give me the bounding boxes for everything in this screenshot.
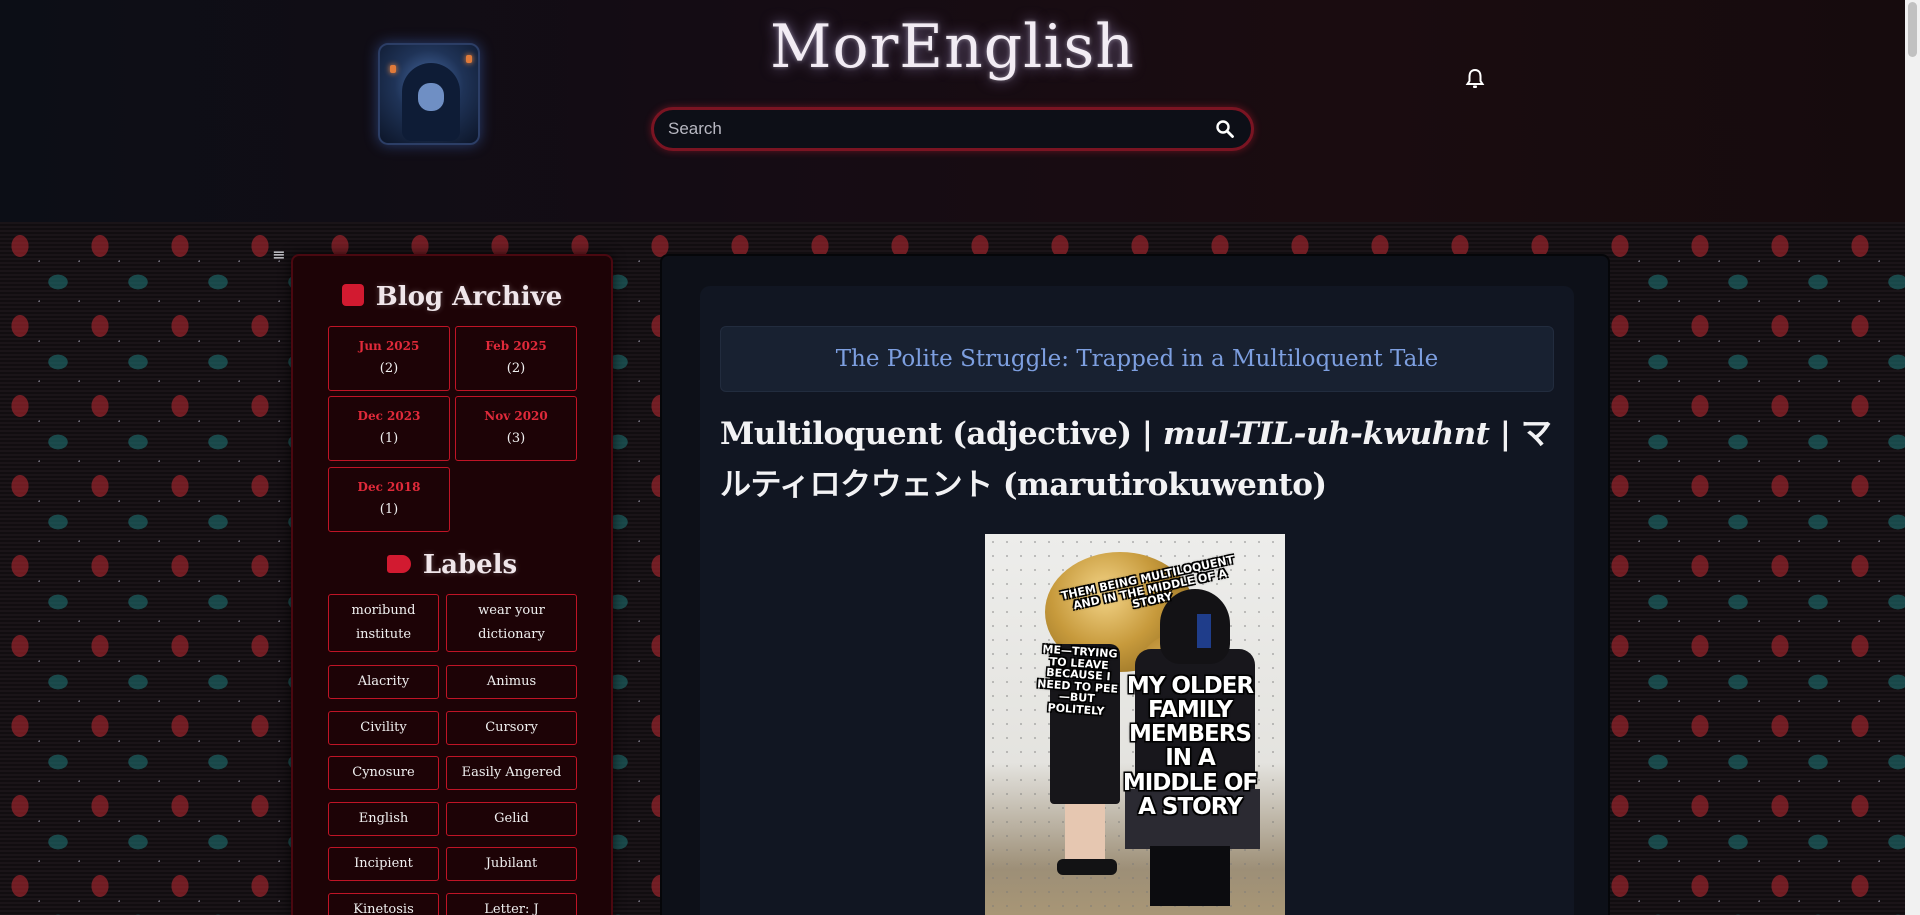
archive-item-feb-2025[interactable]: Feb 2025 (2) <box>455 326 577 391</box>
archive-month: Dec 2018 <box>357 480 421 494</box>
label-kinetosis[interactable]: Kinetosis <box>328 893 439 915</box>
avatar-lamp-left <box>390 65 396 73</box>
label-tag-icon <box>386 555 411 573</box>
archive-month: Feb 2025 <box>485 339 547 353</box>
site-header: MorEnglish <box>0 0 1905 222</box>
meme-right-caption: MY OLDER FAMILY MEMBERS IN A MIDDLE OF A… <box>1122 673 1258 820</box>
archive-count: (1) <box>379 502 399 517</box>
archive-month: Dec 2023 <box>357 409 421 423</box>
label-jubilant[interactable]: Jubilant <box>446 847 577 881</box>
label-incipient[interactable]: Incipient <box>328 847 439 881</box>
label-cynosure[interactable]: Cynosure <box>328 756 439 790</box>
meme-image[interactable]: THEM BEING MULTILOQUENT AND IN THE MIDDL… <box>985 534 1285 915</box>
archive-month: Nov 2020 <box>484 409 548 423</box>
search-icon[interactable] <box>1213 117 1237 141</box>
label-alacrity[interactable]: Alacrity <box>328 665 439 699</box>
heading-word: Multiloquent (adjective) | <box>720 416 1163 452</box>
menu-icon[interactable]: ≡ <box>270 246 288 264</box>
archive-count: (3) <box>506 431 526 446</box>
meme-person-left-shoes <box>1057 859 1117 875</box>
archive-item-nov-2020[interactable]: Nov 2020 (3) <box>455 396 577 461</box>
label-civility[interactable]: Civility <box>328 711 439 745</box>
post-title[interactable]: The Polite Struggle: Trapped in a Multil… <box>720 326 1554 392</box>
label-cursory[interactable]: Cursory <box>446 711 577 745</box>
archive-count: (1) <box>379 431 399 446</box>
sidebar: Blog Archive Jun 2025 (2) Feb 2025 (2) D… <box>291 254 613 915</box>
site-avatar[interactable] <box>378 43 480 145</box>
blog-archive-heading: Blog Archive <box>293 282 611 312</box>
meme-person-left-legs <box>1065 804 1105 864</box>
label-letter-j[interactable]: Letter: J <box>446 893 577 915</box>
labels-title: Labels <box>422 550 518 580</box>
label-gelid[interactable]: Gelid <box>446 802 577 836</box>
labels-heading: Labels <box>293 550 611 580</box>
archive-count: (2) <box>379 361 399 376</box>
archive-count: (2) <box>506 361 526 376</box>
avatar-face <box>418 83 444 111</box>
scrollbar-thumb[interactable] <box>1908 2 1917 57</box>
meme-left-caption: ME—TRYING TO LEAVE BECAUSE I NEED TO PEE… <box>1036 642 1119 718</box>
heading-pronunciation: mul-TIL-uh-kwuhnt <box>1162 416 1490 452</box>
label-animus[interactable]: Animus <box>446 665 577 699</box>
label-english[interactable]: English <box>328 802 439 836</box>
post-heading: Multiloquent (adjective) | mul-TIL-uh-kw… <box>720 409 1560 511</box>
label-easily-angered[interactable]: Easily Angered <box>446 756 577 790</box>
meme-hair-bow <box>1197 614 1211 648</box>
blog-archive-title: Blog Archive <box>375 282 563 312</box>
avatar-lamp-right <box>466 55 472 63</box>
archive-item-jun-2025[interactable]: Jun 2025 (2) <box>328 326 450 391</box>
meme-person-right-legs <box>1150 846 1230 906</box>
search-input[interactable] <box>668 119 1213 139</box>
archive-month: Jun 2025 <box>358 339 420 353</box>
archive-item-dec-2023[interactable]: Dec 2023 (1) <box>328 396 450 461</box>
label-moribund-institute[interactable]: moribund institute <box>328 594 439 652</box>
site-title[interactable]: MorEnglish <box>640 12 1265 82</box>
bell-icon[interactable] <box>1465 68 1485 90</box>
archive-icon <box>341 284 364 306</box>
archive-item-dec-2018[interactable]: Dec 2018 (1) <box>328 467 450 532</box>
page-scrollbar[interactable] <box>1905 0 1920 915</box>
label-wear-your-dictionary[interactable]: wear your dictionary <box>446 594 577 652</box>
search-bar <box>651 107 1254 151</box>
